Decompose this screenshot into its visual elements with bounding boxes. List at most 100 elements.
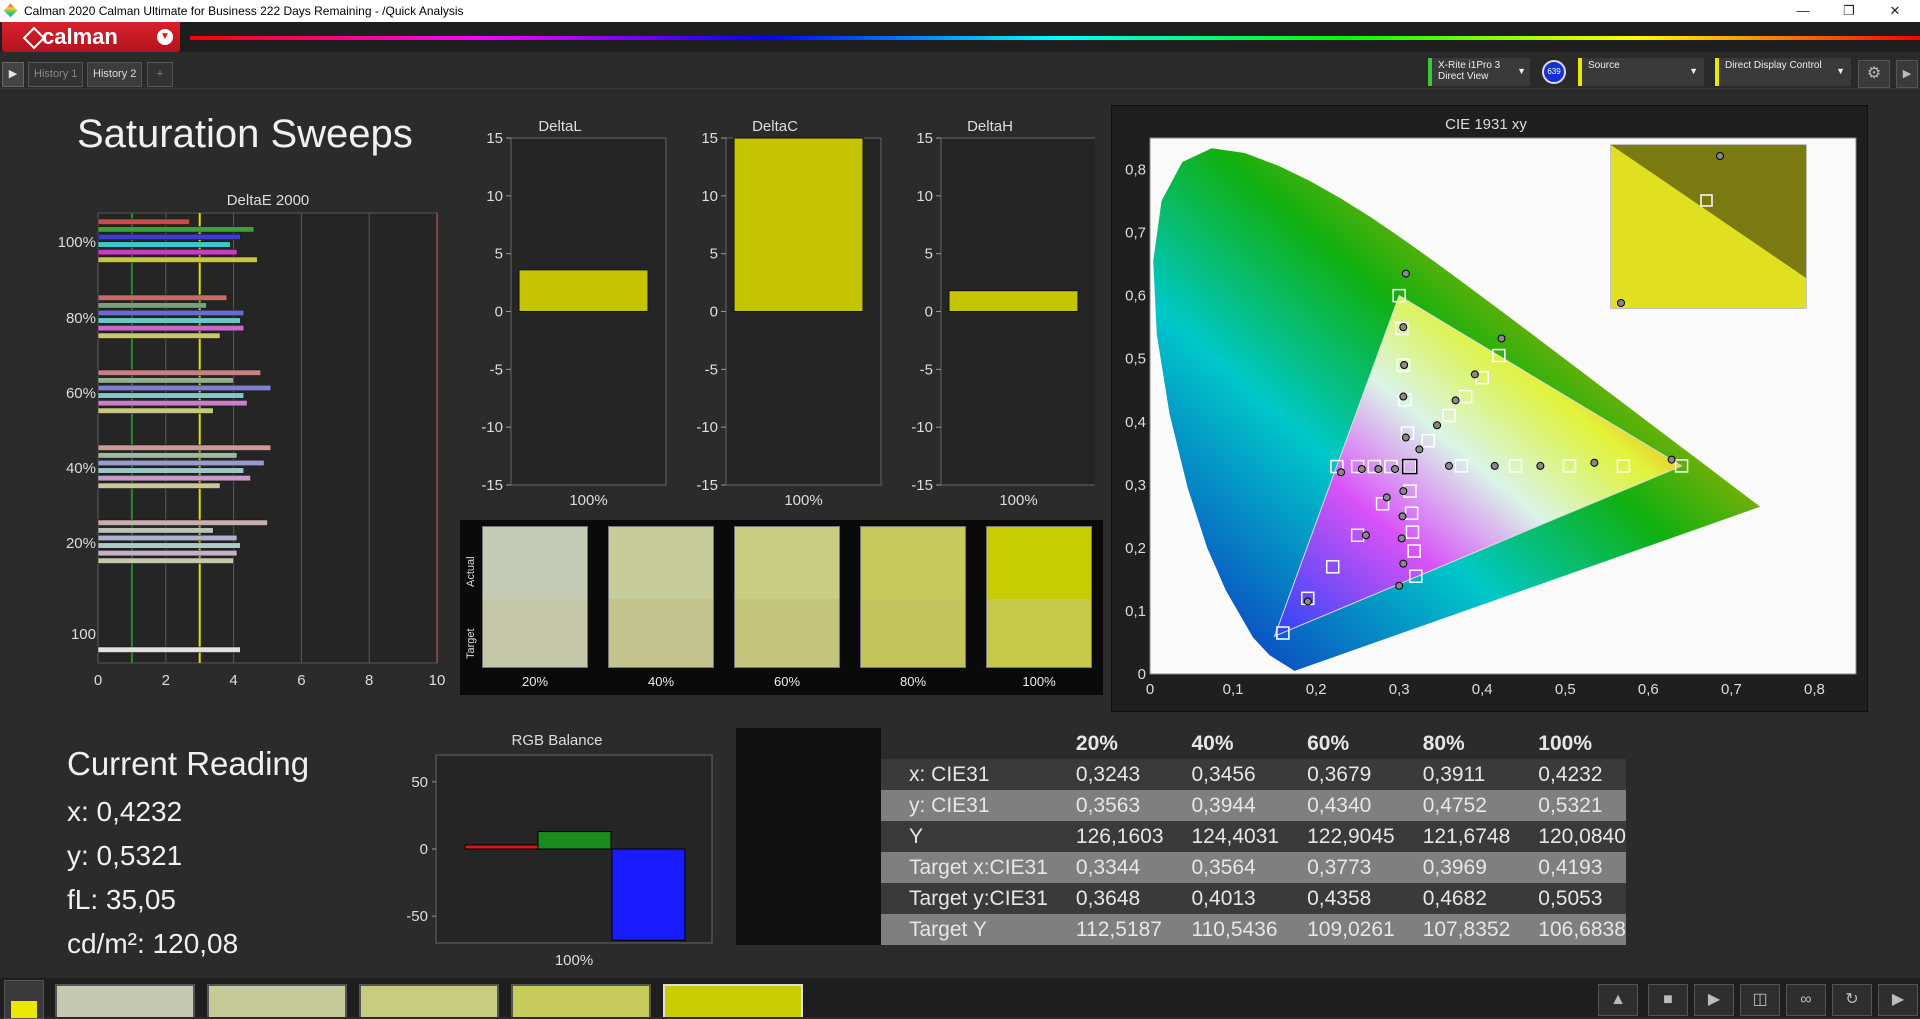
table-cell: 0,3648 [1047, 883, 1164, 914]
table-row[interactable]: Y 126,1603 124,4031 122,9045 121,6748 120,084… [736, 821, 1626, 852]
cie-y-tick: 0,3 [1125, 477, 1146, 494]
bottom-swatch-button[interactable] [359, 984, 499, 1017]
deltae-group-label: 100 [71, 626, 96, 643]
meter-selector[interactable]: X-Rite i1Pro 3 Direct View ▼ [1428, 58, 1530, 86]
reading-x: x: 0,4232 [67, 796, 183, 827]
table-row[interactable]: y: CIE31 0,3563 0,3944 0,4340 0,4752 0,5321 [736, 790, 1626, 821]
cie-x-tick: 0,6 [1638, 681, 1659, 698]
bottom-swatch-button[interactable] [663, 984, 803, 1017]
cie-measured-point [1415, 445, 1424, 454]
source-selector[interactable]: Source ▼ [1578, 58, 1704, 86]
table-row[interactable]: Target Y 112,5187 110,5436 109,0261 107,8352… [736, 914, 1626, 945]
table-row-selector[interactable] [736, 914, 881, 945]
table-row-selector[interactable] [736, 883, 881, 914]
rgb-bar-red [464, 844, 539, 850]
table-cell: 0,3564 [1163, 852, 1280, 883]
deltae-bar [97, 467, 245, 474]
deltaL-y-tick: 0 [495, 304, 503, 321]
table-cell: 0,4232 [1510, 759, 1626, 790]
delta-lch-charts: 15 10 5 0 -5 -10 -15 100% 15 10 5 0 -5 -10 -15 100% 15 10… [481, 130, 1095, 508]
table-cell: 109,0261 [1279, 914, 1395, 945]
table-cell: 0,3679 [1279, 759, 1395, 790]
table-cell: 0,3456 [1163, 759, 1280, 790]
table-row-selector[interactable] [736, 759, 881, 790]
current-color-chip [11, 1001, 37, 1018]
swatch-80% [860, 526, 966, 668]
play-icon[interactable]: ▶ [1896, 60, 1918, 88]
close-icon[interactable]: ✕ [1872, 0, 1918, 22]
deltae-bar [97, 384, 272, 391]
deltae-bar [97, 475, 251, 482]
deltaC-y-tick: 0 [710, 304, 718, 321]
deltaH-x-label: 100% [999, 492, 1037, 508]
meter-badge[interactable]: 639 [1542, 60, 1566, 84]
minimize-icon[interactable]: — [1780, 0, 1826, 22]
cie-inset-point [1617, 299, 1625, 307]
table-cell: 124,4031 [1163, 821, 1280, 852]
deltaC-y-tick: -15 [696, 477, 718, 494]
table-cell: 112,5187 [1047, 914, 1164, 945]
tab-history-1[interactable]: History 1 [28, 62, 84, 87]
cie-measured-point [1399, 487, 1408, 496]
deltae-bar [97, 444, 272, 451]
current-color-button[interactable] [4, 980, 44, 1019]
cie-y-tick: 0,2 [1125, 540, 1146, 557]
bottom-swatch-button[interactable] [511, 984, 651, 1017]
save-icon[interactable]: ◫ [1740, 984, 1780, 1016]
display-selector[interactable]: Direct Display Control ▼ [1715, 58, 1851, 86]
deltaL-y-tick: 15 [486, 130, 503, 147]
cie-measured-point [1395, 581, 1404, 590]
table-cell: 0,4682 [1394, 883, 1511, 914]
table-row[interactable]: Target y:CIE31 0,3648 0,4013 0,4358 0,4682 0,… [736, 883, 1626, 914]
calman-logo-button[interactable]: calman ▼ [2, 22, 180, 52]
table-row-selector[interactable] [736, 852, 881, 883]
deltae-bar [97, 550, 238, 557]
swatch-actual [861, 527, 965, 599]
cie-x-tick: 0,8 [1804, 681, 1825, 698]
table-cell: 0,4340 [1279, 790, 1395, 821]
gear-icon[interactable]: ⚙ [1858, 60, 1890, 88]
cie-measured-point [1399, 323, 1408, 332]
table-cell: 0,4013 [1163, 883, 1280, 914]
deltaL-y-tick: -10 [481, 419, 503, 436]
tab-history-2[interactable]: History 2 [87, 62, 143, 87]
cie-measured-point [1433, 421, 1442, 430]
deltae-bar [97, 325, 245, 332]
table-row-selector[interactable] [736, 821, 881, 852]
cie-measured-point [1398, 512, 1407, 521]
up-arrow-icon[interactable]: ▲ [1598, 984, 1638, 1016]
target-label: Target [465, 628, 477, 659]
deltae-bar [97, 309, 245, 316]
table-row[interactable]: Target x:CIE31 0,3344 0,3564 0,3773 0,3969 0,… [736, 852, 1626, 883]
play-icon[interactable]: ▶ [1694, 984, 1734, 1016]
cie-measured-point [1667, 455, 1676, 464]
stop-icon[interactable]: ■ [1648, 984, 1688, 1016]
rainbow-strip [190, 36, 1920, 40]
cie-measured-point [1470, 370, 1479, 379]
table-cell: 0,3944 [1163, 790, 1280, 821]
deltae-bar [97, 377, 234, 384]
chevron-down-icon: ▼ [157, 29, 173, 45]
maximize-icon[interactable]: ❐ [1826, 0, 1872, 22]
deltae-bar [97, 557, 234, 564]
table-row[interactable]: x: CIE31 0,3243 0,3456 0,3679 0,3911 0,4232 [736, 759, 1626, 790]
rgb-x-label: 100% [555, 952, 593, 969]
deltae-bar [97, 256, 258, 263]
bottom-swatch-button[interactable] [207, 984, 347, 1017]
app-icon [3, 3, 18, 18]
deltaC-bar [733, 137, 864, 312]
play-icon[interactable]: ▶ [2, 62, 24, 87]
cie-x-tick: 0,7 [1721, 681, 1742, 698]
table-cell: Target x:CIE31 [881, 852, 1048, 883]
table-row-selector[interactable] [736, 790, 881, 821]
loop-icon[interactable]: ∞ [1786, 984, 1826, 1016]
deltaH-y-tick: -15 [911, 477, 933, 494]
deltae-bar [97, 459, 265, 466]
reading-y: y: 0,5321 [67, 840, 183, 871]
table-cell: 0,4752 [1394, 790, 1511, 821]
refresh-icon[interactable]: ↻ [1832, 984, 1872, 1016]
right-arrow-icon[interactable]: ▶ [1878, 984, 1918, 1016]
tab-add[interactable]: + [147, 62, 173, 87]
deltae-x-tick: 2 [162, 672, 170, 689]
bottom-swatch-button[interactable] [55, 984, 195, 1017]
